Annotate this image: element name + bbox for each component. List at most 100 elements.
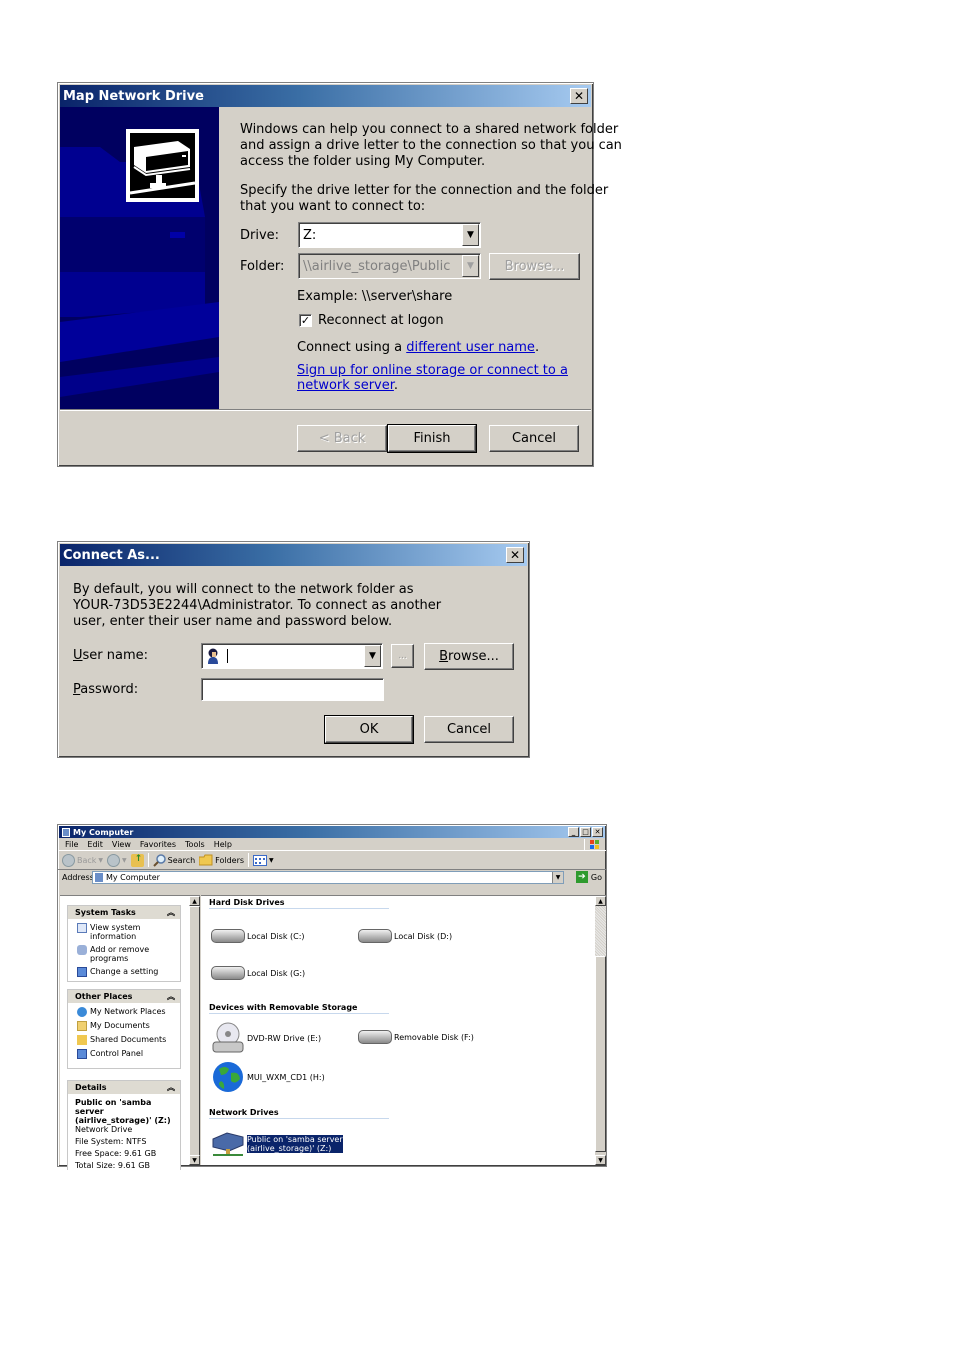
reconnect-checkbox[interactable]: ✓	[299, 314, 312, 327]
system-tasks-panel: System Tasks ︽ View system information A…	[67, 905, 181, 982]
chevron-down-icon[interactable]: ▼	[462, 255, 479, 277]
task-view-system-info[interactable]: View system information	[68, 923, 180, 941]
cancel-button[interactable]: Cancel	[424, 716, 514, 743]
place-my-documents[interactable]: My Documents	[68, 1021, 180, 1031]
details-type: Network Drive	[75, 1125, 133, 1134]
close-button[interactable]: ✕	[592, 827, 603, 837]
scroll-down-arrow-icon[interactable]: ▼	[595, 1155, 606, 1165]
menu-tools[interactable]: Tools	[185, 840, 205, 849]
system-tasks-header[interactable]: System Tasks ︽	[68, 906, 180, 919]
task-pane-scrollbar[interactable]: ▲ ▼	[189, 895, 200, 1165]
drive-e[interactable]: DVD-RW Drive (E:)	[211, 1022, 321, 1054]
different-user-name-link[interactable]: different user name	[406, 340, 535, 355]
drive-d[interactable]: Local Disk (D:)	[358, 929, 452, 943]
place-label: My Documents	[90, 1021, 150, 1030]
drive-label: Public on 'samba server (airlive_storage)…	[247, 1135, 343, 1153]
menu-view[interactable]: View	[112, 840, 131, 849]
map-network-drive-dialog: Map Network Drive ✕ Windows can help you…	[57, 82, 622, 467]
search-button[interactable]: Search	[152, 853, 195, 867]
place-control-panel[interactable]: Control Panel	[68, 1049, 180, 1059]
window-controls: _ □ ✕	[568, 827, 603, 837]
drive-g[interactable]: Local Disk (G:)	[211, 966, 305, 980]
details-header[interactable]: Details ︽	[68, 1081, 180, 1094]
instructions-line-1: Specify the drive letter for the connect…	[240, 183, 609, 198]
scroll-down-arrow-icon[interactable]: ▼	[189, 1155, 200, 1165]
drive-f[interactable]: Removable Disk (F:)	[358, 1030, 474, 1044]
folders-button[interactable]: Folders	[199, 854, 244, 866]
views-button[interactable]: ▼	[253, 854, 274, 866]
collapse-chevron-icon[interactable]: ︽	[167, 907, 175, 918]
collapse-chevron-icon[interactable]: ︽	[167, 991, 175, 1002]
username-combo[interactable]: ▼	[201, 643, 383, 669]
menu-help[interactable]: Help	[214, 840, 232, 849]
back-button[interactable]: Back ▼	[62, 853, 104, 867]
description-line-2: YOUR-73D53E2244\Administrator. To connec…	[73, 598, 442, 613]
ellipsis-button[interactable]: ...	[391, 644, 414, 668]
wizard-side-graphic	[60, 107, 219, 409]
chevron-down-icon[interactable]: ▼	[552, 872, 563, 883]
menu-favorites[interactable]: Favorites	[140, 840, 176, 849]
chevron-down-icon: ▼	[122, 856, 127, 864]
address-field[interactable]: My Computer ▼	[92, 871, 564, 884]
minimize-button[interactable]: _	[568, 827, 579, 837]
username-label-rest: ser name:	[82, 648, 149, 663]
close-button[interactable]: ✕	[506, 547, 524, 563]
signup-link-line-1[interactable]: Sign up for online storage or connect to…	[297, 363, 568, 379]
scroll-track[interactable]	[595, 906, 606, 956]
back-button[interactable]: < Back	[297, 425, 387, 452]
scrollbar-thumb[interactable]	[595, 956, 606, 1152]
browse-button[interactable]: Browse...	[424, 643, 514, 670]
network-drive-icon	[212, 1132, 244, 1156]
description-line-1: By default, you will connect to the netw…	[73, 582, 414, 597]
system-tasks-title: System Tasks	[75, 908, 136, 917]
drive-label-line-2: (airlive_storage)' (Z:)	[247, 1144, 332, 1153]
scroll-up-arrow-icon[interactable]: ▲	[595, 896, 606, 906]
close-button[interactable]: ✕	[570, 88, 588, 104]
drive-label: Local Disk (C:)	[247, 931, 305, 941]
drive-h[interactable]: MUI_WXM_CD1 (H:)	[211, 1061, 325, 1093]
system-info-icon	[77, 923, 87, 933]
go-button[interactable]: ➔ Go	[575, 871, 602, 883]
drive-select[interactable]: Z: ▼	[298, 222, 481, 248]
divider	[60, 409, 591, 411]
drive-c[interactable]: Local Disk (C:)	[211, 929, 305, 943]
task-label: Change a setting	[90, 967, 159, 976]
ok-button[interactable]: OK	[324, 715, 414, 744]
password-label: Password:	[73, 682, 138, 698]
maximize-button[interactable]: □	[580, 827, 591, 837]
forward-button[interactable]: ▼	[107, 853, 127, 867]
place-my-network-places[interactable]: My Network Places	[68, 1007, 180, 1017]
instructions-line-2: that you want to connect to:	[240, 199, 426, 214]
signup-link-line-2[interactable]: network server	[297, 378, 394, 393]
finish-button[interactable]: Finish	[387, 424, 477, 453]
browse-button[interactable]: Browse...	[489, 253, 580, 280]
other-places-header[interactable]: Other Places ︽	[68, 990, 180, 1003]
chevron-down-icon[interactable]: ▼	[364, 645, 381, 667]
search-icon	[152, 853, 166, 867]
place-shared-documents[interactable]: Shared Documents	[68, 1035, 180, 1045]
scrollbar-thumb[interactable]	[189, 906, 200, 1156]
task-change-setting[interactable]: Change a setting	[68, 967, 180, 977]
connect-using-text: Connect using a different user name.	[297, 340, 539, 356]
password-field[interactable]	[201, 678, 384, 701]
task-add-remove-programs[interactable]: Add or remove programs	[68, 945, 180, 963]
reconnect-label[interactable]: Reconnect at logon	[318, 313, 444, 329]
intro-line-1: Windows can help you connect to a shared…	[240, 122, 619, 137]
close-icon: ✕	[573, 89, 585, 103]
computer-icon	[95, 873, 103, 882]
chevron-down-icon: ▼	[98, 856, 104, 864]
folder-label: Folder:	[240, 259, 285, 274]
drive-label: Removable Disk (F:)	[394, 1032, 474, 1042]
scroll-up-arrow-icon[interactable]: ▲	[189, 896, 200, 906]
collapse-chevron-icon[interactable]: ︽	[167, 1082, 175, 1093]
chevron-down-icon[interactable]: ▼	[462, 224, 479, 246]
content-scrollbar[interactable]: ▲ ▼	[595, 895, 606, 1165]
my-documents-icon	[77, 1021, 87, 1031]
address-label: Address	[62, 873, 94, 882]
folder-combo[interactable]: \\airlive_storage\Public ▼	[298, 253, 481, 279]
menu-edit[interactable]: Edit	[87, 840, 103, 849]
up-folder-icon[interactable]: ↑	[130, 853, 144, 867]
drive-z[interactable]: Public on 'samba server (airlive_storage)…	[211, 1131, 343, 1157]
menu-file[interactable]: File	[65, 840, 78, 849]
cancel-button[interactable]: Cancel	[489, 425, 579, 452]
